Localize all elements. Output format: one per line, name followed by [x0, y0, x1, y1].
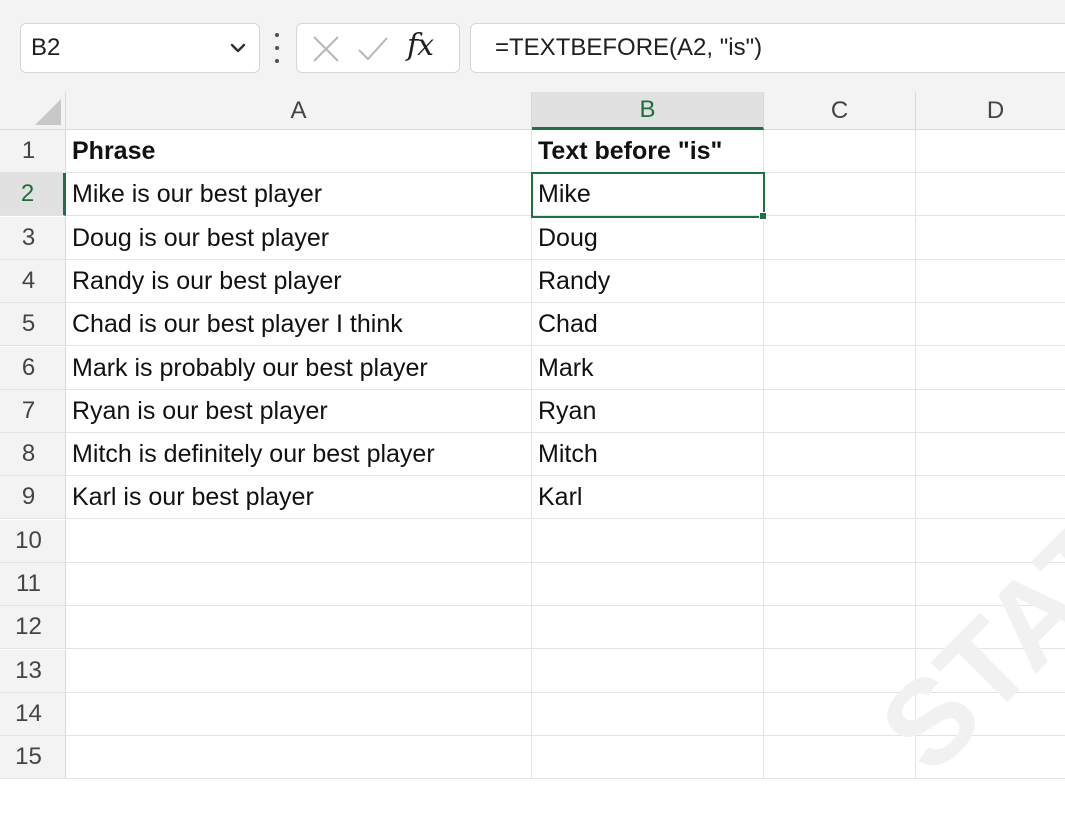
cell-c3[interactable] [764, 217, 916, 260]
cell-b12[interactable] [532, 606, 764, 649]
cell-c15[interactable] [764, 736, 916, 779]
cell-c12[interactable] [764, 606, 916, 649]
cell-d1[interactable] [916, 130, 1065, 173]
cell-d11[interactable] [916, 563, 1065, 606]
chevron-down-icon[interactable] [227, 37, 249, 59]
cell-d3[interactable] [916, 217, 1065, 260]
row-header-3[interactable]: 3 [0, 217, 66, 260]
row-header-9[interactable]: 9 [0, 476, 66, 519]
enter-check-icon[interactable] [355, 32, 391, 66]
cell-a2[interactable]: Mike is our best player [66, 173, 532, 216]
spreadsheet-grid[interactable]: A B C D 1 Phrase Text before "is" 2 Mike is our … [0, 92, 1065, 779]
cell-b4[interactable]: Randy [532, 260, 764, 303]
formula-text: =TEXTBEFORE(A2, "is") [495, 34, 763, 61]
insert-function-icon[interactable]: fx [407, 28, 434, 63]
cell-c14[interactable] [764, 693, 916, 736]
column-header-c[interactable]: C [764, 92, 916, 130]
cell-a1[interactable]: Phrase [66, 130, 532, 173]
cell-d15[interactable] [916, 736, 1065, 779]
cell-b10[interactable] [532, 520, 764, 563]
cell-b9[interactable]: Karl [532, 476, 764, 519]
cell-d4[interactable] [916, 260, 1065, 303]
row-header-4[interactable]: 4 [0, 260, 66, 303]
cell-c2[interactable] [764, 173, 916, 216]
more-options-icon[interactable] [271, 33, 283, 63]
cell-c4[interactable] [764, 260, 916, 303]
cell-c10[interactable] [764, 520, 916, 563]
row-header-15[interactable]: 15 [0, 736, 66, 779]
cell-d5[interactable] [916, 303, 1065, 346]
cancel-icon[interactable] [309, 32, 343, 66]
cell-a6[interactable]: Mark is probably our best player [66, 347, 532, 390]
cell-d12[interactable] [916, 606, 1065, 649]
cell-a14[interactable] [66, 693, 532, 736]
cell-c11[interactable] [764, 563, 916, 606]
select-all-icon [35, 99, 61, 125]
row-header-7[interactable]: 7 [0, 390, 66, 433]
cell-a7[interactable]: Ryan is our best player [66, 390, 532, 433]
cell-d13[interactable] [916, 650, 1065, 693]
cell-d9[interactable] [916, 476, 1065, 519]
cell-b2[interactable]: Mike [532, 173, 764, 216]
cell-a11[interactable] [66, 563, 532, 606]
cell-d2[interactable] [916, 173, 1065, 216]
row-header-13[interactable]: 13 [0, 650, 66, 693]
row-header-5[interactable]: 5 [0, 303, 66, 346]
cell-b3[interactable]: Doug [532, 217, 764, 260]
select-all-corner[interactable] [0, 92, 66, 130]
cell-b8[interactable]: Mitch [532, 433, 764, 476]
cell-d10[interactable] [916, 520, 1065, 563]
cell-c6[interactable] [764, 347, 916, 390]
row-header-10[interactable]: 10 [0, 520, 66, 563]
cell-a3[interactable]: Doug is our best player [66, 217, 532, 260]
row-header-8[interactable]: 8 [0, 433, 66, 476]
row-header-12[interactable]: 12 [0, 606, 66, 649]
cell-b7[interactable]: Ryan [532, 390, 764, 433]
cell-a10[interactable] [66, 520, 532, 563]
row-header-11[interactable]: 11 [0, 563, 66, 606]
column-header-a[interactable]: A [66, 92, 532, 130]
cell-c5[interactable] [764, 303, 916, 346]
cell-a4[interactable]: Randy is our best player [66, 260, 532, 303]
cell-a13[interactable] [66, 650, 532, 693]
column-header-d[interactable]: D [916, 92, 1065, 130]
cell-c13[interactable] [764, 650, 916, 693]
cell-a8[interactable]: Mitch is definitely our best player [66, 433, 532, 476]
cell-a15[interactable] [66, 736, 532, 779]
cell-b11[interactable] [532, 563, 764, 606]
cell-d8[interactable] [916, 433, 1065, 476]
cell-b13[interactable] [532, 650, 764, 693]
column-header-b[interactable]: B [532, 92, 764, 130]
name-box-value: B2 [31, 34, 61, 61]
row-header-14[interactable]: 14 [0, 693, 66, 736]
cell-a12[interactable] [66, 606, 532, 649]
name-box[interactable]: B2 [20, 23, 260, 73]
fill-handle[interactable] [759, 212, 767, 220]
formula-bar: B2 fx =TEXTBEFORE(A2, "is") [0, 0, 1065, 92]
cell-c1[interactable] [764, 130, 916, 173]
cell-d6[interactable] [916, 347, 1065, 390]
cell-d7[interactable] [916, 390, 1065, 433]
formula-input[interactable]: =TEXTBEFORE(A2, "is") [470, 23, 1065, 73]
cell-b5[interactable]: Chad [532, 303, 764, 346]
formula-actions: fx [296, 23, 460, 73]
cell-c9[interactable] [764, 476, 916, 519]
cell-b6[interactable]: Mark [532, 347, 764, 390]
cell-b14[interactable] [532, 693, 764, 736]
cell-b15[interactable] [532, 736, 764, 779]
row-header-2[interactable]: 2 [0, 173, 66, 216]
cell-d14[interactable] [916, 693, 1065, 736]
cell-b1[interactable]: Text before "is" [532, 130, 764, 173]
row-header-1[interactable]: 1 [0, 130, 66, 173]
cell-c8[interactable] [764, 433, 916, 476]
cell-a9[interactable]: Karl is our best player [66, 476, 532, 519]
cell-a5[interactable]: Chad is our best player I think [66, 303, 532, 346]
cell-c7[interactable] [764, 390, 916, 433]
row-header-6[interactable]: 6 [0, 347, 66, 390]
